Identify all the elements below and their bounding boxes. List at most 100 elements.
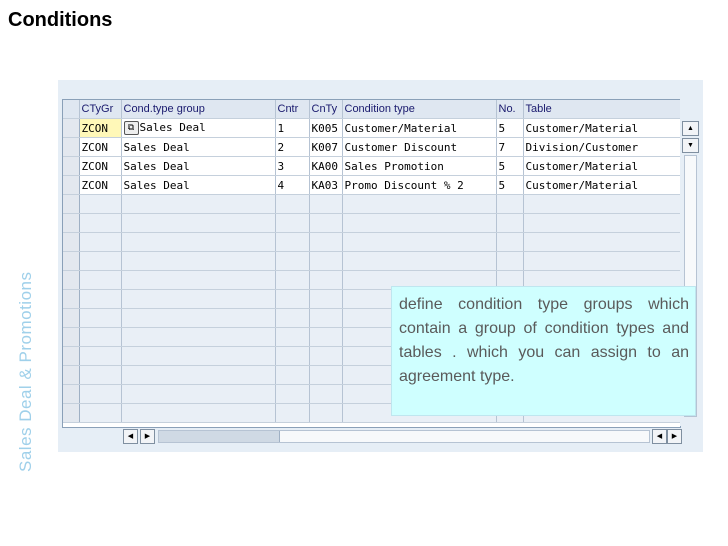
empty-cell[interactable] — [275, 270, 310, 290]
select-all-header[interactable] — [63, 100, 80, 119]
table-row[interactable]: ZCON Sales Deal 4 KA03 Promo Discount % 2 5 Cu… — [63, 175, 680, 195]
cell-cntr[interactable]: 1 — [275, 118, 310, 138]
cell-table[interactable]: Division/Customer — [523, 137, 680, 157]
empty-table-row[interactable] — [63, 232, 680, 252]
empty-cell[interactable] — [79, 384, 122, 404]
empty-cell[interactable] — [121, 289, 276, 309]
row-selector[interactable] — [63, 346, 80, 366]
row-selector[interactable] — [63, 213, 80, 233]
table-row[interactable]: ZCON Sales Deal 2 K007 Customer Discount 7 Div… — [63, 137, 680, 157]
empty-cell[interactable] — [121, 365, 276, 385]
row-selector[interactable] — [63, 308, 80, 328]
horizontal-scrollbar[interactable]: ◀ ▶ ◀ ▶ — [120, 428, 682, 444]
table-row[interactable]: ZCON Sales Deal 3 KA00 Sales Promotion 5 Custo… — [63, 156, 680, 176]
cell-no[interactable]: 5 — [496, 118, 524, 138]
empty-cell[interactable] — [121, 403, 276, 423]
empty-cell[interactable] — [309, 213, 343, 233]
scroll-left-end-icon[interactable]: ◀ — [652, 429, 667, 444]
cell-cond-type-group[interactable]: ⧉ Sales Deal — [121, 118, 276, 138]
row-selector[interactable] — [63, 270, 80, 290]
cell-ctygr[interactable]: ZCON — [79, 156, 122, 176]
empty-cell[interactable] — [79, 289, 122, 309]
cell-condition-type[interactable]: Promo Discount % 2 — [342, 175, 497, 195]
empty-cell[interactable] — [523, 251, 680, 271]
scroll-right-icon[interactable]: ▶ — [140, 429, 155, 444]
empty-cell[interactable] — [275, 308, 310, 328]
empty-cell[interactable] — [79, 327, 122, 347]
cell-table[interactable]: Customer/Material — [523, 156, 680, 176]
empty-cell[interactable] — [342, 213, 497, 233]
empty-cell[interactable] — [342, 194, 497, 214]
column-header-cnty[interactable]: CnTy — [309, 100, 343, 119]
value-help-icon[interactable]: ⧉ — [123, 121, 139, 135]
empty-cell[interactable] — [496, 194, 524, 214]
cell-cnty[interactable]: KA03 — [309, 175, 343, 195]
empty-cell[interactable] — [523, 213, 680, 233]
empty-cell[interactable] — [79, 194, 122, 214]
empty-cell[interactable] — [342, 232, 497, 252]
column-header-cond-type-group[interactable]: Cond.type group — [121, 100, 276, 119]
row-selector[interactable] — [63, 232, 80, 252]
empty-cell[interactable] — [309, 251, 343, 271]
empty-cell[interactable] — [309, 403, 343, 423]
empty-cell[interactable] — [275, 213, 310, 233]
row-selector[interactable] — [63, 384, 80, 404]
row-selector[interactable] — [63, 289, 80, 309]
cell-cond-type-group[interactable]: Sales Deal — [121, 137, 276, 157]
empty-cell[interactable] — [79, 213, 122, 233]
empty-cell[interactable] — [309, 327, 343, 347]
column-header-no[interactable]: No. — [496, 100, 524, 119]
column-header-ctygr[interactable]: CTyGr — [79, 100, 122, 119]
empty-cell[interactable] — [309, 232, 343, 252]
empty-cell[interactable] — [121, 384, 276, 404]
empty-cell[interactable] — [523, 232, 680, 252]
empty-cell[interactable] — [309, 308, 343, 328]
cell-no[interactable]: 7 — [496, 137, 524, 157]
cell-cntr[interactable]: 2 — [275, 137, 310, 157]
cell-cntr[interactable]: 4 — [275, 175, 310, 195]
empty-cell[interactable] — [309, 365, 343, 385]
scroll-up-icon[interactable]: ▲ — [682, 121, 699, 136]
row-selector[interactable] — [63, 118, 80, 138]
empty-cell[interactable] — [523, 194, 680, 214]
empty-cell[interactable] — [79, 365, 122, 385]
cell-cnty[interactable]: K005 — [309, 118, 343, 138]
empty-cell[interactable] — [275, 251, 310, 271]
empty-cell[interactable] — [121, 346, 276, 366]
cell-table[interactable]: Customer/Material — [523, 175, 680, 195]
empty-cell[interactable] — [79, 232, 122, 252]
empty-cell[interactable] — [342, 251, 497, 271]
empty-cell[interactable] — [79, 346, 122, 366]
empty-cell[interactable] — [79, 251, 122, 271]
empty-cell[interactable] — [121, 251, 276, 271]
empty-cell[interactable] — [121, 270, 276, 290]
empty-cell[interactable] — [79, 270, 122, 290]
column-header-condition-type[interactable]: Condition type — [342, 100, 497, 119]
empty-table-row[interactable] — [63, 213, 680, 233]
row-selector[interactable] — [63, 137, 80, 157]
scroll-right-end-icon[interactable]: ▶ — [667, 429, 682, 444]
empty-cell[interactable] — [309, 384, 343, 404]
empty-cell[interactable] — [496, 232, 524, 252]
empty-cell[interactable] — [275, 327, 310, 347]
row-selector[interactable] — [63, 175, 80, 195]
cell-table[interactable]: Customer/Material — [523, 118, 680, 138]
row-selector[interactable] — [63, 156, 80, 176]
cell-no[interactable]: 5 — [496, 175, 524, 195]
column-header-cntr[interactable]: Cntr — [275, 100, 310, 119]
empty-cell[interactable] — [309, 346, 343, 366]
row-selector[interactable] — [63, 251, 80, 271]
cell-ctygr[interactable]: ZCON — [79, 118, 122, 138]
empty-cell[interactable] — [309, 194, 343, 214]
empty-cell[interactable] — [275, 232, 310, 252]
empty-cell[interactable] — [275, 289, 310, 309]
empty-cell[interactable] — [309, 289, 343, 309]
empty-cell[interactable] — [121, 327, 276, 347]
row-selector[interactable] — [63, 365, 80, 385]
row-selector[interactable] — [63, 403, 80, 423]
empty-cell[interactable] — [275, 194, 310, 214]
empty-cell[interactable] — [496, 213, 524, 233]
empty-cell[interactable] — [275, 403, 310, 423]
empty-cell[interactable] — [121, 308, 276, 328]
empty-cell[interactable] — [121, 232, 276, 252]
